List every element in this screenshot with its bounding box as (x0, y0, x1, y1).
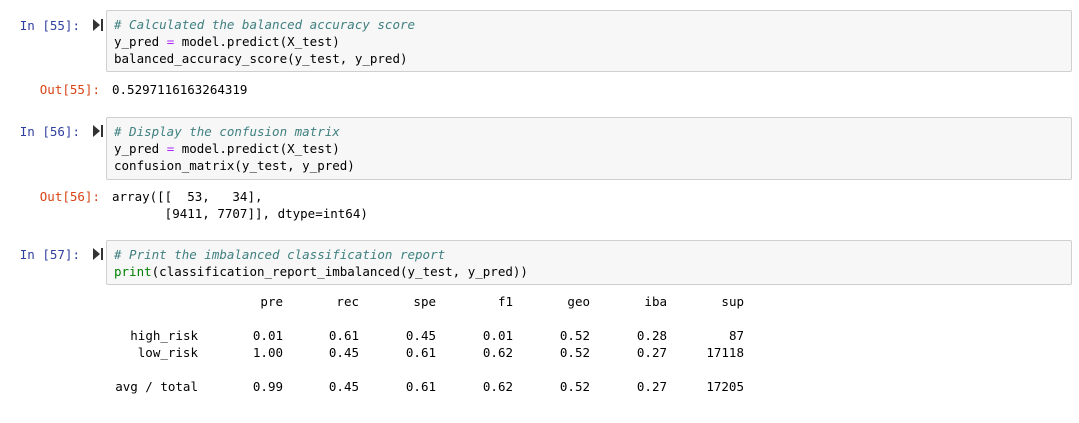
report-total-cell: 0.61 (405, 379, 436, 394)
report-total-cell: 17205 (706, 379, 744, 394)
report-cell: 0.61 (328, 328, 359, 343)
classification-report: pre rec spe f1 geo iba sup high_risk 0.01 0.61 0.4… (0, 0, 1079, 423)
report-cell: 0.01 (482, 328, 513, 343)
report-header-geo: geo (567, 294, 590, 309)
report-header-spe: spe (413, 294, 436, 309)
report-cell: 0.45 (328, 345, 359, 360)
report-header-iba: iba (644, 294, 667, 309)
report-cell: 0.45 (405, 328, 436, 343)
report-cell: 87 (728, 328, 744, 343)
report-header-pre: pre (260, 294, 283, 309)
report-cell: 0.27 (636, 345, 667, 360)
report-header-rec: rec (336, 294, 359, 309)
report-cell: 0.61 (405, 345, 436, 360)
report-total-label: avg / total (115, 379, 198, 394)
report-cell: 0.52 (559, 345, 590, 360)
report-cell: 0.01 (252, 328, 283, 343)
report-total-cell: 0.45 (328, 379, 359, 394)
report-header-f1: f1 (497, 294, 513, 309)
report-total-cell: 0.99 (252, 379, 283, 394)
report-total-cell: 0.27 (636, 379, 667, 394)
report-cell: 1.00 (252, 345, 283, 360)
report-total-cell: 0.52 (559, 379, 590, 394)
report-cell: 0.52 (559, 328, 590, 343)
report-row-label: low_risk (137, 345, 198, 360)
report-total-cell: 0.62 (482, 379, 513, 394)
report-row-label: high_risk (130, 328, 198, 343)
report-cell: 0.28 (636, 328, 667, 343)
report-header-sup: sup (721, 294, 744, 309)
report-cell: 0.62 (482, 345, 513, 360)
report-cell: 17118 (706, 345, 744, 360)
